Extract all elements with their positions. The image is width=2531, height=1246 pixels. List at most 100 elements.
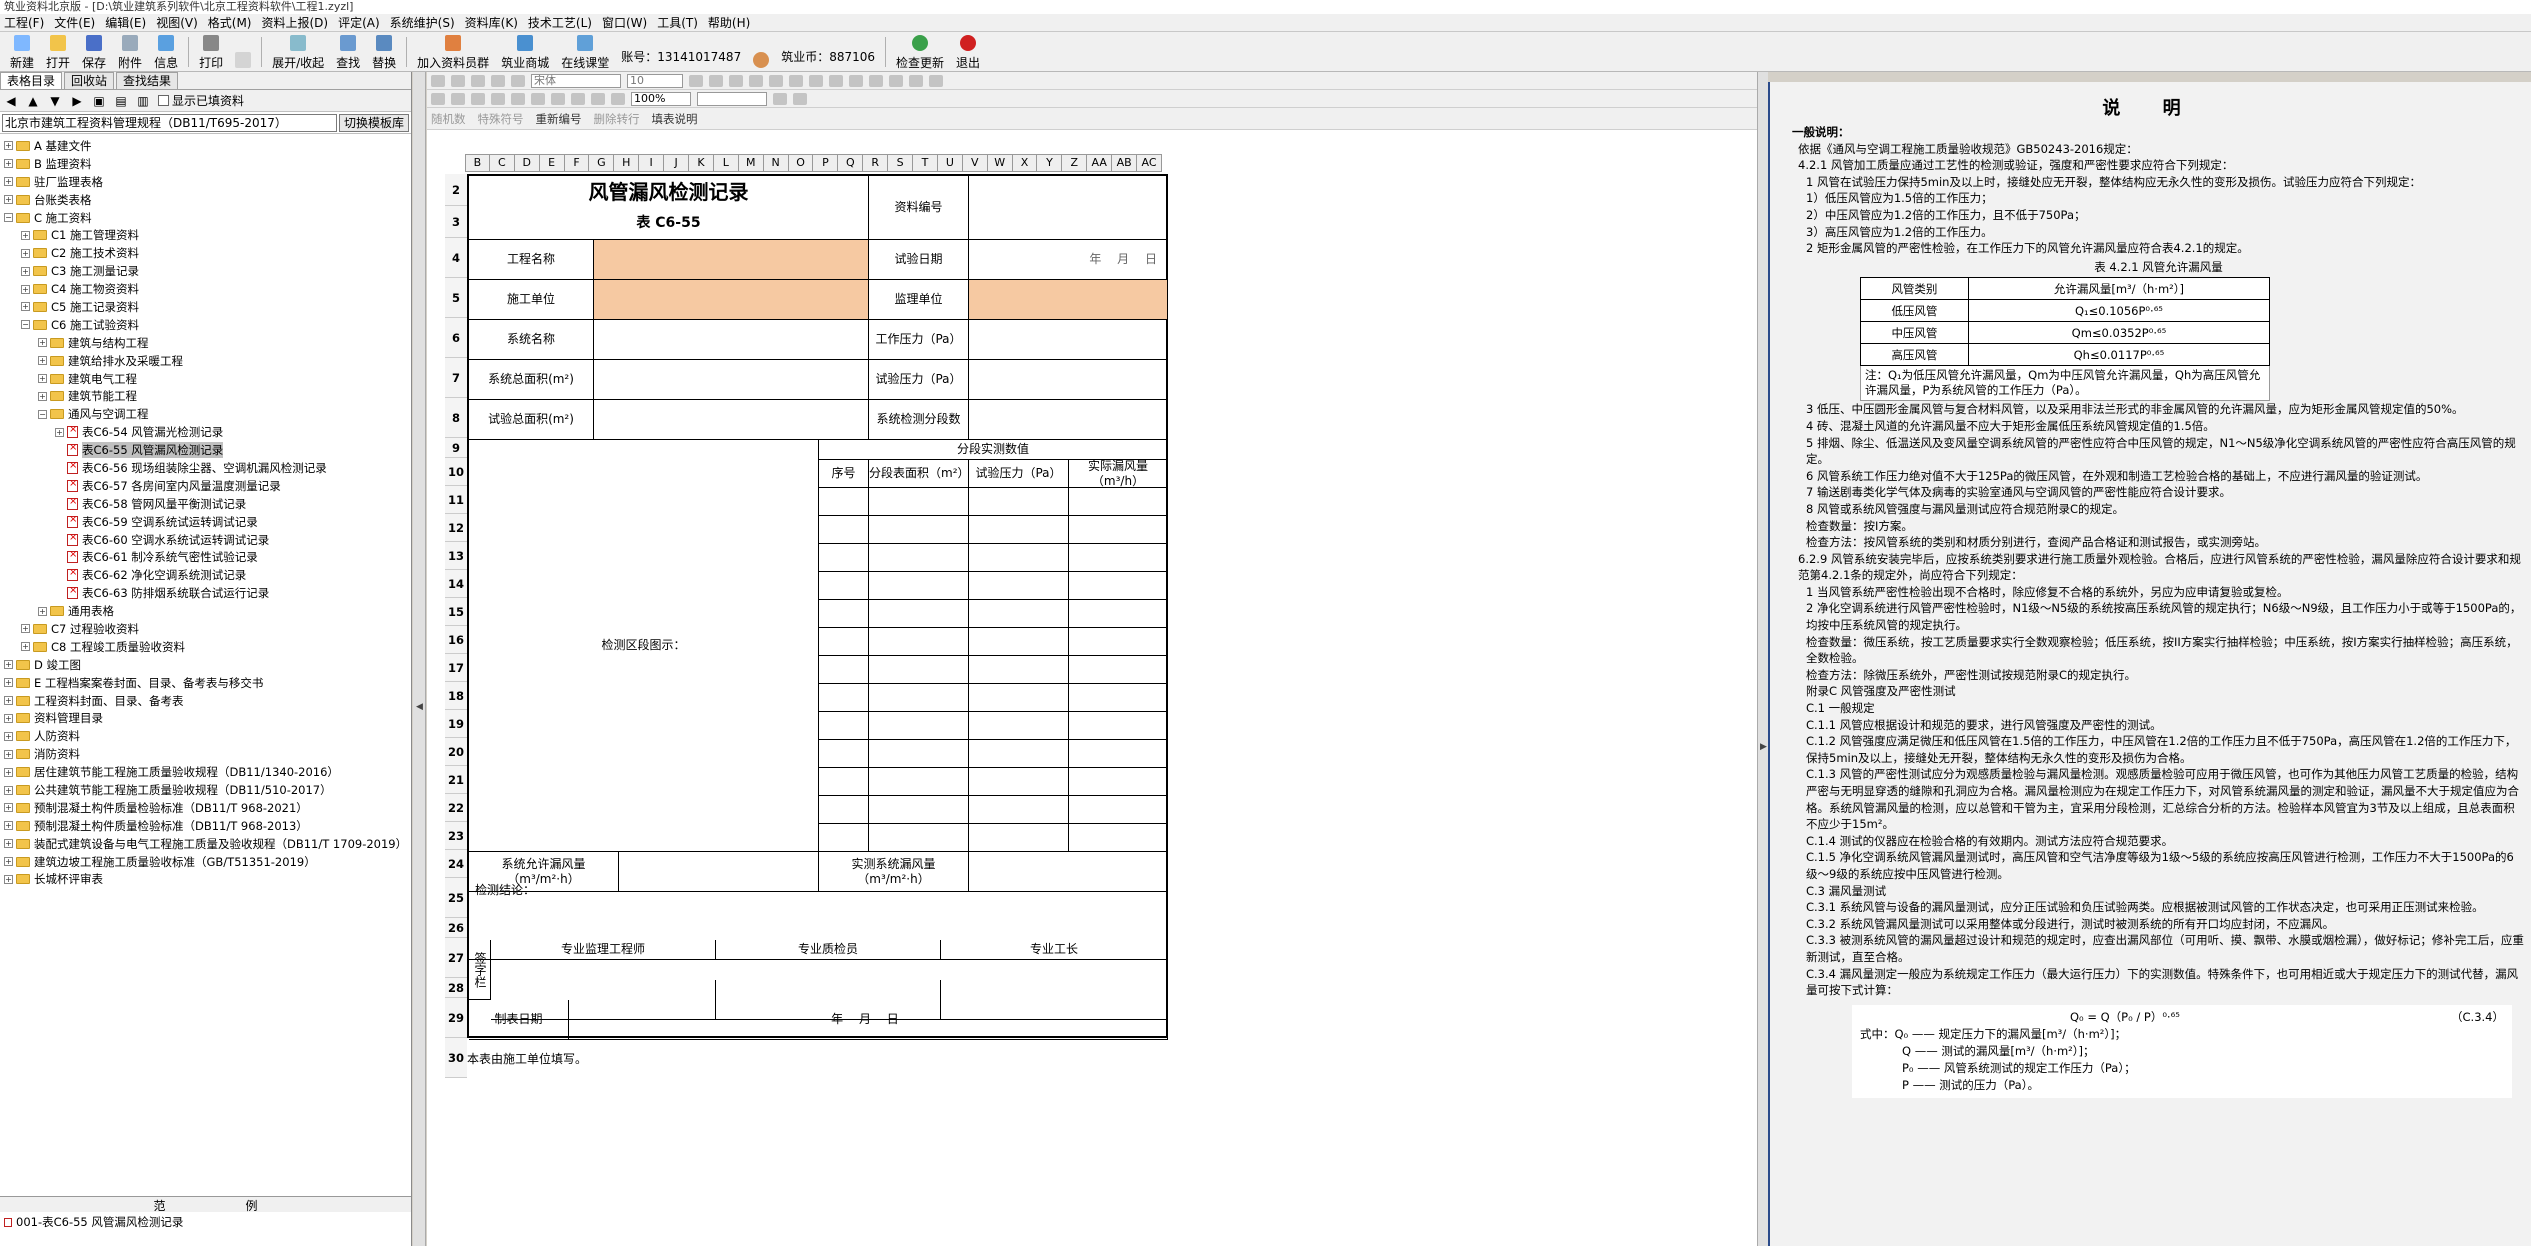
column-letter[interactable]: O [788, 154, 814, 172]
tree-item[interactable]: 表C6-62 净化空调系统测试记录 [0, 566, 411, 584]
seq-cell[interactable] [819, 516, 869, 544]
expand-icon[interactable]: + [21, 266, 30, 276]
row-number[interactable]: 7 [445, 358, 467, 398]
expand-icon[interactable]: + [4, 731, 13, 741]
expand-icon[interactable]: + [4, 177, 13, 187]
test-total-area-field[interactable] [594, 400, 869, 440]
seq-cell[interactable] [819, 656, 869, 684]
align-center-icon[interactable] [769, 74, 783, 87]
seg-leak-cell[interactable] [1069, 796, 1168, 824]
insert-col-icon[interactable] [909, 74, 923, 87]
column-letter[interactable]: X [1012, 154, 1038, 172]
fill-date-field[interactable]: 年 月 日 [569, 1000, 1168, 1040]
chart-icon[interactable] [491, 92, 505, 105]
seg-leak-cell[interactable] [1069, 712, 1168, 740]
tab-search-results[interactable]: 查找结果 [116, 72, 179, 89]
row-number[interactable]: 26 [445, 918, 467, 938]
tree-item[interactable]: + 预制混凝土构件质量检验标准（DB11/T 968-2021） [0, 799, 411, 817]
row-number[interactable]: 16 [445, 626, 467, 654]
expand-icon[interactable]: + [38, 391, 47, 401]
tree-item[interactable]: + 资料管理目录 [0, 710, 411, 728]
seq-cell[interactable] [819, 796, 869, 824]
seq-cell[interactable] [819, 684, 869, 712]
expand-icon[interactable]: + [4, 785, 13, 795]
example-item[interactable]: 001-表C6-55 风管漏风检测记录 [16, 1215, 183, 1229]
column-letter[interactable]: AA [1087, 154, 1113, 172]
tree-item[interactable]: + 表C6-54 风管漏光检测记录 [0, 423, 411, 441]
online-class-button[interactable]: 在线课堂 [555, 33, 615, 71]
lock-icon[interactable] [551, 92, 565, 105]
expand-icon[interactable]: + [38, 356, 47, 366]
row-number[interactable]: 10 [445, 458, 467, 486]
row-number[interactable]: 4 [445, 238, 467, 278]
column-letter[interactable]: V [962, 154, 988, 172]
seg-area-cell[interactable] [869, 572, 969, 600]
seg-leak-cell[interactable] [1069, 572, 1168, 600]
system-name-field[interactable] [594, 320, 869, 360]
expand-icon[interactable]: + [21, 642, 30, 652]
tree-item[interactable]: + C5 施工记录资料 [0, 298, 411, 316]
seq-cell[interactable] [819, 600, 869, 628]
expand-icon[interactable]: + [21, 248, 30, 258]
example-tab-2[interactable]: 例 [246, 1197, 258, 1213]
tree-item[interactable]: + 建筑与结构工程 [0, 334, 411, 352]
collapse-icon[interactable]: − [38, 409, 47, 419]
paste-icon[interactable] [471, 74, 485, 87]
menu-item[interactable]: 编辑(E) [105, 14, 146, 31]
seg-pressure-cell[interactable] [969, 768, 1069, 796]
paste-icon[interactable]: ▥ [136, 94, 150, 108]
column-letter[interactable]: P [813, 154, 839, 172]
doc-no-value[interactable] [969, 176, 1168, 240]
expand-icon[interactable]: + [4, 839, 13, 849]
tree-item[interactable]: + 建筑给排水及采暖工程 [0, 352, 411, 370]
menu-item[interactable]: 工程(F) [4, 14, 44, 31]
tree-item[interactable]: + 预制混凝土构件质量检验标准（DB11/T 968-2013） [0, 817, 411, 835]
tree-item[interactable]: + 人防资料 [0, 727, 411, 745]
tree-item[interactable]: + 建筑节能工程 [0, 387, 411, 405]
column-letter[interactable]: AB [1112, 154, 1138, 172]
seg-pressure-cell[interactable] [969, 796, 1069, 824]
menu-item[interactable]: 系统维护(S) [390, 14, 455, 31]
column-letter[interactable]: J [664, 154, 690, 172]
row-number[interactable]: 20 [445, 738, 467, 766]
tree-item[interactable]: 表C6-61 制冷系统气密性试验记录 [0, 548, 411, 566]
tree-item[interactable]: + 建筑电气工程 [0, 370, 411, 388]
new-button[interactable]: 新建 [4, 33, 40, 71]
seg-leak-cell[interactable] [1069, 824, 1168, 852]
image-icon[interactable] [471, 92, 485, 105]
column-letter[interactable]: H [614, 154, 640, 172]
row-number[interactable]: 8 [445, 398, 467, 438]
column-letter[interactable]: T [913, 154, 938, 172]
expand-icon[interactable]: + [4, 678, 13, 688]
seg-area-cell[interactable] [869, 628, 969, 656]
expand-icon[interactable]: + [4, 821, 13, 831]
expand-icon[interactable]: + [38, 606, 47, 616]
expand-icon[interactable]: + [4, 713, 13, 723]
seq-cell[interactable] [819, 824, 869, 852]
tree-item[interactable]: + 公共建筑节能工程施工质量验收规程（DB11/510-2017） [0, 781, 411, 799]
italic-icon[interactable] [709, 74, 723, 87]
seg-area-cell[interactable] [869, 488, 969, 516]
column-letter[interactable]: S [888, 154, 914, 172]
column-letter[interactable]: F [564, 154, 590, 172]
switch-template-button[interactable]: 切换模板库 [338, 113, 409, 132]
menu-item[interactable]: 工具(T) [657, 14, 698, 31]
sum-icon[interactable] [611, 92, 625, 105]
column-letter[interactable]: Y [1037, 154, 1063, 172]
check-update-button[interactable]: 检查更新 [890, 33, 950, 71]
menu-item[interactable]: 格式(M) [208, 14, 252, 31]
align-left-icon[interactable] [749, 74, 763, 87]
tree-item[interactable]: − 通风与空调工程 [0, 405, 411, 423]
column-letter[interactable]: E [539, 154, 565, 172]
seg-area-cell[interactable] [869, 796, 969, 824]
expand-icon[interactable]: + [4, 159, 13, 169]
column-letter[interactable]: C [489, 154, 515, 172]
find-button[interactable]: 查找 [330, 33, 366, 71]
seg-leak-cell[interactable] [1069, 600, 1168, 628]
copy-icon[interactable]: ▤ [114, 94, 128, 108]
renumber-button[interactable]: 重新编号 [536, 111, 582, 127]
tree-item[interactable]: + 长城杯评审表 [0, 871, 411, 889]
column-letter[interactable]: I [639, 154, 665, 172]
cut-icon[interactable] [431, 74, 445, 87]
expand-icon[interactable]: + [4, 195, 13, 205]
